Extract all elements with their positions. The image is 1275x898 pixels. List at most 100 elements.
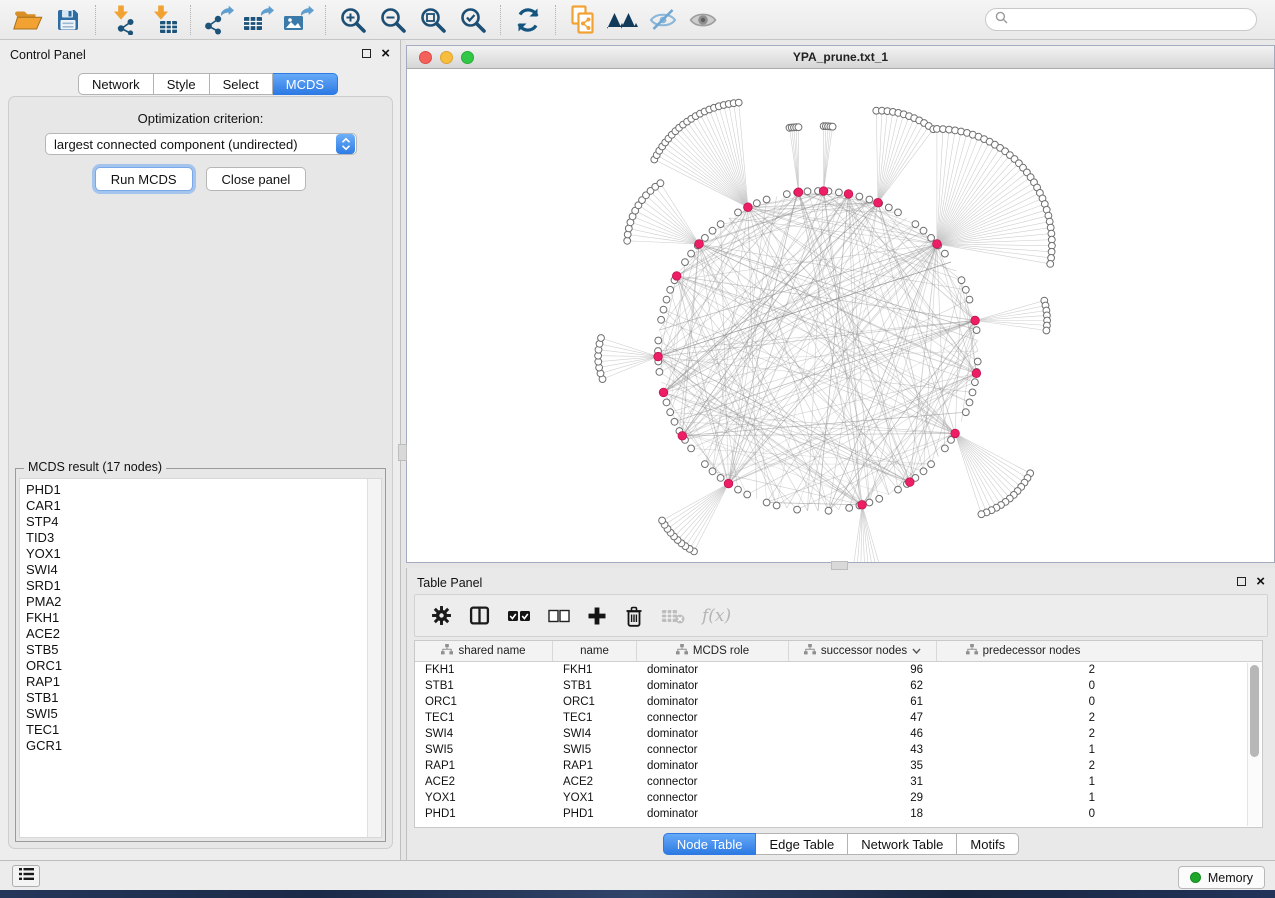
window-maximize-button[interactable] xyxy=(461,51,474,64)
zoom-in-icon[interactable] xyxy=(333,3,373,37)
network-window-titlebar[interactable]: YPA_prune.txt_1 xyxy=(407,46,1274,69)
network-title: YPA_prune.txt_1 xyxy=(407,46,1274,68)
zoom-out-icon[interactable] xyxy=(373,3,413,37)
deselect-all-icon[interactable] xyxy=(548,609,570,623)
search-input[interactable] xyxy=(1014,10,1256,29)
table-row[interactable]: SWI5SWI5connector431 xyxy=(415,742,1247,758)
table-cell: 35 xyxy=(789,758,937,774)
tab-network[interactable]: Network xyxy=(78,73,154,95)
column-header-shared-name[interactable]: shared name xyxy=(415,641,553,661)
table-row[interactable]: RAP1RAP1dominator352 xyxy=(415,758,1247,774)
table-cell: SWI5 xyxy=(553,742,637,758)
gear-icon[interactable] xyxy=(431,605,452,626)
mcds-result-item[interactable]: GCR1 xyxy=(26,738,367,754)
tab-motifs[interactable]: Motifs xyxy=(957,833,1019,855)
float-panel-icon[interactable] xyxy=(1237,577,1246,586)
table-row[interactable]: SWI4SWI4dominator462 xyxy=(415,726,1247,742)
table-cell: PHD1 xyxy=(415,806,553,822)
tab-edge-table[interactable]: Edge Table xyxy=(756,833,848,855)
mcds-result-group: MCDS result (17 nodes) PHD1CAR1STP4TID3Y… xyxy=(15,468,386,842)
export-image-icon[interactable] xyxy=(278,3,318,37)
mcds-result-item[interactable]: STP4 xyxy=(26,514,367,530)
mcds-result-item[interactable]: STB5 xyxy=(26,642,367,658)
vertical-splitter-grip[interactable] xyxy=(398,444,407,461)
mcds-result-item[interactable]: SWI4 xyxy=(26,562,367,578)
network-graph[interactable] xyxy=(407,69,1274,562)
mcds-result-item[interactable]: RAP1 xyxy=(26,674,367,690)
mcds-result-item[interactable]: TID3 xyxy=(26,530,367,546)
eye-hidden-icon[interactable] xyxy=(643,3,683,37)
table-toolbar: f(x) xyxy=(414,594,1268,637)
table-cell: STB1 xyxy=(415,678,553,694)
open-folder-icon[interactable] xyxy=(8,3,48,37)
column-header-name[interactable]: name xyxy=(553,641,637,661)
mcds-result-item[interactable]: ORC1 xyxy=(26,658,367,674)
mcds-result-item[interactable]: CAR1 xyxy=(26,498,367,514)
mountains-icon[interactable] xyxy=(603,3,643,37)
table-row[interactable]: ORC1ORC1dominator610 xyxy=(415,694,1247,710)
mcds-result-item[interactable]: SWI5 xyxy=(26,706,367,722)
column-header-MCDS-role[interactable]: MCDS role xyxy=(637,641,789,661)
table-row[interactable]: TEC1TEC1connector472 xyxy=(415,710,1247,726)
mcds-result-item[interactable]: PHD1 xyxy=(26,482,367,498)
mcds-result-scrollbar[interactable] xyxy=(367,479,381,837)
import-table-icon[interactable] xyxy=(143,3,183,37)
criterion-select[interactable]: largest connected component (undirected) xyxy=(45,133,357,155)
table-cell: PHD1 xyxy=(553,806,637,822)
task-history-button[interactable] xyxy=(12,865,40,887)
tab-network-table[interactable]: Network Table xyxy=(848,833,957,855)
export-table-icon[interactable] xyxy=(238,3,278,37)
split-columns-icon[interactable] xyxy=(469,605,490,626)
tab-select[interactable]: Select xyxy=(210,73,273,95)
table-panel: Table Panel × f(x) shared namenameMCDS r… xyxy=(406,568,1275,860)
node-table: shared namenameMCDS rolesuccessor nodesp… xyxy=(414,640,1263,828)
refresh-icon[interactable] xyxy=(508,3,548,37)
table-row[interactable]: PHD1PHD1dominator180 xyxy=(415,806,1247,822)
mcds-result-item[interactable]: PMA2 xyxy=(26,594,367,610)
select-all-icon[interactable] xyxy=(507,608,531,624)
column-header-predecessor-nodes[interactable]: predecessor nodes xyxy=(937,641,1109,661)
table-row[interactable]: STB1STB1dominator620 xyxy=(415,678,1247,694)
close-panel-button[interactable]: Close panel xyxy=(206,167,307,191)
share-document-icon[interactable] xyxy=(563,3,603,37)
window-minimize-button[interactable] xyxy=(440,51,453,64)
zoom-fit-icon[interactable] xyxy=(413,3,453,37)
mcds-result-item[interactable]: YOX1 xyxy=(26,546,367,562)
run-mcds-button[interactable]: Run MCDS xyxy=(95,167,193,191)
mcds-result-item[interactable]: TEC1 xyxy=(26,722,367,738)
table-row[interactable]: FKH1FKH1dominator962 xyxy=(415,662,1247,678)
table-cell: dominator xyxy=(637,694,789,710)
main-toolbar xyxy=(0,0,1275,40)
float-panel-icon[interactable] xyxy=(362,49,371,58)
save-icon[interactable] xyxy=(48,3,88,37)
tab-style[interactable]: Style xyxy=(154,73,210,95)
tab-mcds[interactable]: MCDS xyxy=(273,73,338,95)
horizontal-splitter-grip[interactable] xyxy=(831,561,848,570)
close-panel-icon[interactable]: × xyxy=(381,48,390,59)
import-network-icon[interactable] xyxy=(103,3,143,37)
table-panel-title: Table Panel xyxy=(417,576,482,590)
table-cell: TEC1 xyxy=(553,710,637,726)
table-cell: 1 xyxy=(937,790,1109,806)
close-panel-icon[interactable]: × xyxy=(1256,576,1265,587)
mcds-result-item[interactable]: SRD1 xyxy=(26,578,367,594)
table-row[interactable]: YOX1YOX1connector291 xyxy=(415,790,1247,806)
table-scrollbar[interactable] xyxy=(1247,663,1261,826)
mcds-result-list: PHD1CAR1STP4TID3YOX1SWI4SRD1PMA2FKH1ACE2… xyxy=(20,479,367,837)
zoom-selected-icon[interactable] xyxy=(453,3,493,37)
tree-icon xyxy=(676,644,688,658)
column-header-successor-nodes[interactable]: successor nodes xyxy=(789,641,937,661)
table-row[interactable]: ACE2ACE2connector311 xyxy=(415,774,1247,790)
export-network-icon[interactable] xyxy=(198,3,238,37)
delete-row-icon[interactable] xyxy=(624,605,644,627)
window-close-button[interactable] xyxy=(419,51,432,64)
memory-button[interactable]: Memory xyxy=(1178,866,1265,889)
mcds-result-item[interactable]: FKH1 xyxy=(26,610,367,626)
eye-icon[interactable] xyxy=(683,3,723,37)
tree-icon xyxy=(966,644,978,658)
add-row-icon[interactable] xyxy=(587,606,607,626)
tab-node-table[interactable]: Node Table xyxy=(663,833,757,855)
mcds-result-item[interactable]: ACE2 xyxy=(26,626,367,642)
mcds-result-item[interactable]: STB1 xyxy=(26,690,367,706)
table-scrollbar-thumb[interactable] xyxy=(1250,665,1259,757)
